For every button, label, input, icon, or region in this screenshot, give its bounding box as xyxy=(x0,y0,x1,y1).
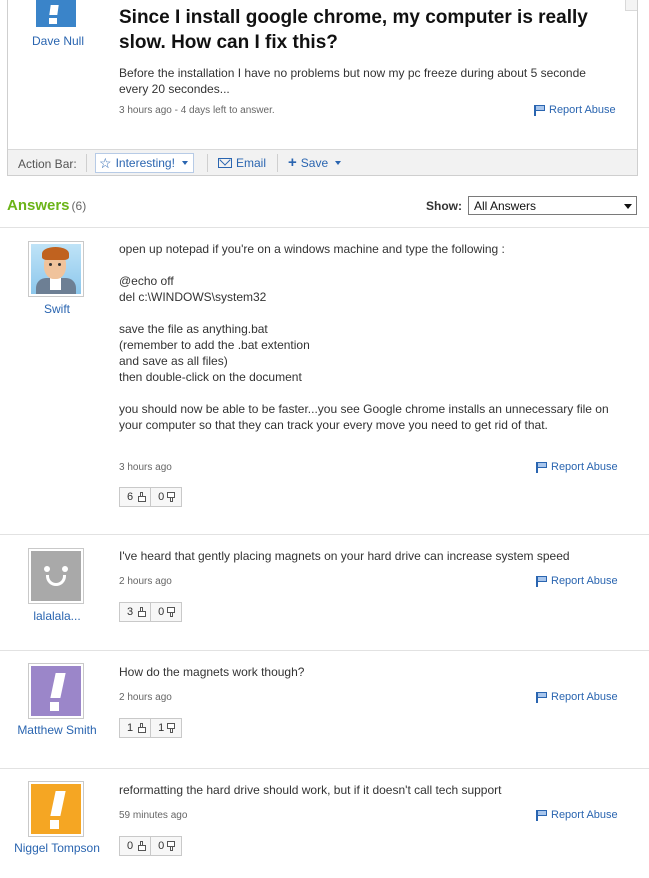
exclamation-icon xyxy=(49,5,59,15)
user-avatar[interactable] xyxy=(28,781,84,837)
plus-icon: + xyxy=(288,154,297,171)
show-filter-value: All Answers xyxy=(474,199,537,213)
user-avatar[interactable] xyxy=(28,663,84,719)
answer-time: 59 minutes ago xyxy=(119,810,188,821)
answer-report-abuse-link[interactable]: Report Abuse xyxy=(536,691,618,703)
thumbs-down-icon xyxy=(167,607,177,617)
vote-buttons: 6 0 xyxy=(119,487,183,507)
chevron-down-icon xyxy=(181,161,188,165)
answer-report-abuse-link[interactable]: Report Abuse xyxy=(536,461,618,473)
star-icon: ☆ xyxy=(99,155,112,171)
thumbs-down-count: 1 xyxy=(158,722,165,734)
answer-user-link[interactable]: Matthew Smith xyxy=(14,723,100,738)
thumbs-down-count: 0 xyxy=(158,606,165,618)
report-abuse-label: Report Abuse xyxy=(551,461,618,473)
answer-text: open up notepad if you're on a windows m… xyxy=(119,242,609,432)
answers-title: Answers xyxy=(7,197,70,214)
thumbs-up-count: 6 xyxy=(127,491,134,503)
thumbs-down-button[interactable]: 0 xyxy=(150,837,181,855)
answer-user-link[interactable]: Niggel Tompson xyxy=(14,841,100,856)
action-bar: Action Bar: ☆ Interesting! Email + Save xyxy=(8,149,637,175)
answer-time: 2 hours ago xyxy=(119,692,172,703)
question-meta: 3 hours ago - 4 days left to answer. xyxy=(119,105,275,116)
smiley-eye xyxy=(62,566,68,572)
question-body: Before the installation I have no proble… xyxy=(119,66,586,96)
email-label: Email xyxy=(236,156,267,170)
flag-icon xyxy=(534,104,545,116)
save-button[interactable]: + Save xyxy=(288,153,342,173)
report-abuse-label: Report Abuse xyxy=(551,575,618,587)
email-button[interactable]: Email xyxy=(218,153,266,173)
question-title: Since I install google chrome, my comput… xyxy=(119,7,588,53)
thumbs-up-button[interactable]: 3 xyxy=(120,603,150,621)
thumbs-up-icon xyxy=(136,607,147,617)
divider xyxy=(86,154,87,172)
thumbs-up-count: 3 xyxy=(127,606,134,618)
save-label: Save xyxy=(300,156,329,170)
thumbs-down-icon xyxy=(167,492,177,502)
flag-icon xyxy=(536,461,547,473)
divider xyxy=(0,227,649,228)
user-avatar[interactable] xyxy=(28,241,84,297)
exclamation-dot xyxy=(50,820,59,829)
thumbs-down-icon xyxy=(167,841,177,851)
thumbs-up-button[interactable]: 0 xyxy=(120,837,150,855)
thumbs-up-button[interactable]: 1 xyxy=(120,719,150,737)
divider xyxy=(207,154,208,172)
divider xyxy=(0,650,649,651)
flag-icon xyxy=(536,575,547,587)
thumbs-down-icon xyxy=(167,723,177,733)
exclamation-dot xyxy=(50,702,59,711)
report-abuse-label: Report Abuse xyxy=(551,691,618,703)
chevron-down-icon xyxy=(624,204,632,209)
interesting-label: Interesting! xyxy=(115,156,175,170)
answer-report-abuse-link[interactable]: Report Abuse xyxy=(536,809,618,821)
asker-avatar[interactable] xyxy=(36,0,76,27)
thumbs-up-icon xyxy=(136,492,147,502)
thumbs-down-count: 0 xyxy=(158,491,165,503)
show-filter-label: Show: xyxy=(426,199,462,213)
answers-heading: Answers (6) xyxy=(7,197,86,214)
vote-buttons: 3 0 xyxy=(119,602,183,622)
answer-time: 2 hours ago xyxy=(119,576,172,587)
answer-report-abuse-link[interactable]: Report Abuse xyxy=(536,575,618,587)
asker-name-link[interactable]: Dave Null xyxy=(22,34,94,48)
vote-buttons: 0 0 xyxy=(119,836,183,856)
question-box: Dave Null Since I install google chrome,… xyxy=(7,0,638,176)
thumbs-up-icon xyxy=(136,723,147,733)
thumbs-up-count: 1 xyxy=(127,722,134,734)
smiley-eye xyxy=(44,566,50,572)
thumbs-up-icon xyxy=(136,841,147,851)
show-filter-select[interactable]: All Answers xyxy=(468,196,637,215)
divider xyxy=(277,154,278,172)
chevron-down-icon xyxy=(335,161,342,165)
answer-text: reformatting the hard drive should work,… xyxy=(119,783,502,797)
thumbs-down-count: 0 xyxy=(158,840,165,852)
answer-time: 3 hours ago xyxy=(119,462,172,473)
report-abuse-label: Report Abuse xyxy=(551,809,618,821)
answer-user-link[interactable]: lalalala... xyxy=(14,609,100,624)
answer-text: I've heard that gently placing magnets o… xyxy=(119,549,570,563)
corner-decoration xyxy=(625,0,637,11)
thumbs-down-button[interactable]: 0 xyxy=(150,488,181,506)
answer-user-link[interactable]: Swift xyxy=(14,302,100,317)
thumbs-down-button[interactable]: 1 xyxy=(150,719,181,737)
answers-count: (6) xyxy=(71,199,87,213)
exclamation-dot xyxy=(49,18,57,24)
question-report-abuse-link[interactable]: Report Abuse xyxy=(534,104,616,116)
thumbs-up-count: 0 xyxy=(127,840,134,852)
user-avatar[interactable] xyxy=(28,548,84,604)
thumbs-up-button[interactable]: 6 xyxy=(120,488,150,506)
vote-buttons: 1 1 xyxy=(119,718,183,738)
divider xyxy=(0,534,649,535)
report-abuse-label: Report Abuse xyxy=(549,104,616,116)
thumbs-down-button[interactable]: 0 xyxy=(150,603,181,621)
envelope-icon xyxy=(218,158,232,168)
answer-text: How do the magnets work though? xyxy=(119,665,305,679)
action-bar-label: Action Bar: xyxy=(18,157,77,171)
interesting-button[interactable]: ☆ Interesting! xyxy=(95,153,194,173)
divider xyxy=(0,768,649,769)
flag-icon xyxy=(536,691,547,703)
flag-icon xyxy=(536,809,547,821)
